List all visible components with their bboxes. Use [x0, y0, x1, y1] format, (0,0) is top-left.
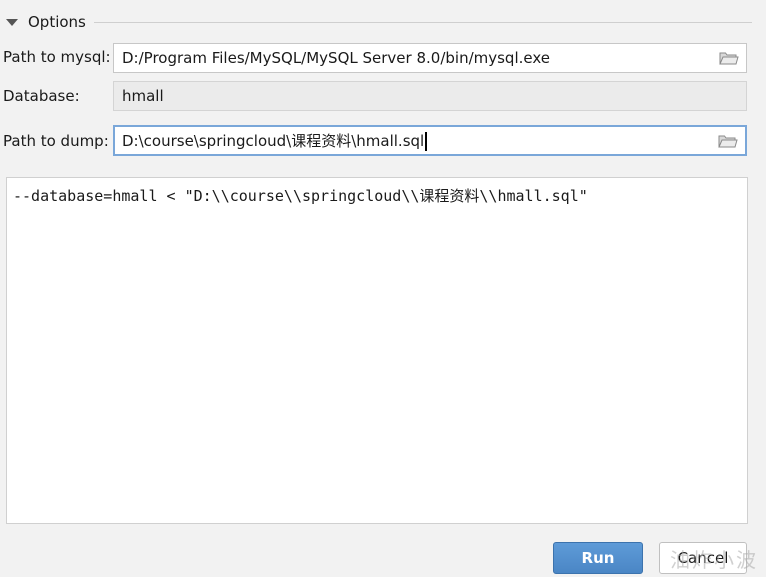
run-sql-dialog: Options Path to mysql: D:/Program Files/… — [0, 0, 766, 577]
database-field: hmall — [113, 81, 747, 111]
dump-path-value: D:\course\springcloud\课程资料\hmall.sql — [122, 132, 425, 150]
dump-path-field[interactable]: D:\course\springcloud\课程资料\hmall.sql — [113, 125, 747, 156]
text-caret — [425, 132, 428, 151]
command-preview[interactable]: --database=hmall < "D:\\course\\springcl… — [6, 177, 748, 524]
cancel-button[interactable]: Cancel — [659, 542, 747, 574]
mysql-path-field[interactable]: D:/Program Files/MySQL/MySQL Server 8.0/… — [113, 43, 747, 73]
browse-folder-icon[interactable] — [715, 130, 741, 152]
options-section-header[interactable]: Options — [6, 12, 752, 32]
dump-path-label: Path to dump: — [3, 132, 109, 150]
browse-folder-icon[interactable] — [716, 47, 742, 69]
dump-path-input[interactable]: D:\course\springcloud\课程资料\hmall.sql — [122, 130, 715, 151]
database-label: Database: — [3, 87, 80, 105]
mysql-path-value[interactable]: D:/Program Files/MySQL/MySQL Server 8.0/… — [122, 49, 716, 67]
mysql-path-label: Path to mysql: — [3, 48, 111, 66]
options-title: Options — [28, 13, 86, 31]
run-button[interactable]: Run — [553, 542, 643, 574]
database-value: hmall — [122, 87, 164, 105]
collapse-triangle-icon[interactable] — [6, 18, 18, 26]
section-divider — [93, 21, 752, 23]
